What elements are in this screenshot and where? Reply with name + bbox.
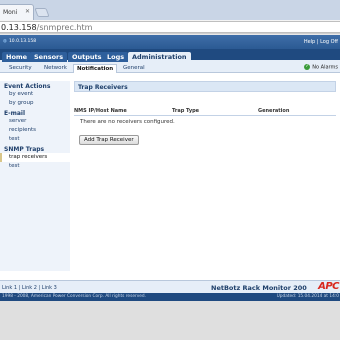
page-background: [0, 301, 340, 340]
tab-administration[interactable]: Administration: [128, 52, 191, 62]
sidebar-heading-snmp-traps: SNMP Traps: [4, 146, 45, 153]
alarm-status: ✓ No Alarms: [304, 64, 338, 71]
sidebar-item-email-test[interactable]: test: [0, 135, 70, 144]
new-tab-button[interactable]: [34, 8, 50, 17]
footer-link-1[interactable]: Link 1: [2, 285, 17, 291]
sidebar-heading-email: E-mail: [4, 110, 26, 117]
footer-link-2[interactable]: Link 2: [22, 285, 37, 291]
sidebar-item-server[interactable]: server: [0, 117, 70, 126]
subtab-notification[interactable]: Notification: [73, 64, 118, 73]
table-header: NMS IP/Host Name Trap Type Generation: [74, 106, 336, 116]
sub-nav: Security Network Notification General ✓ N…: [0, 62, 340, 73]
tab-sensors[interactable]: Sensors: [30, 52, 68, 62]
url-path: /snmprec.htm: [36, 23, 93, 32]
browser-tab[interactable]: Moni ✕: [0, 4, 34, 20]
empty-message: There are no receivers configured.: [80, 119, 175, 125]
subtab-general[interactable]: General: [120, 64, 148, 73]
log-off-link[interactable]: Log Off: [320, 39, 338, 45]
footer-links: Link 1 | Link 2 | Link 3: [2, 285, 57, 291]
device-ip: ◍ 10.0.13.158: [3, 39, 36, 44]
header-links: Help | Log Off: [304, 39, 338, 45]
column-header-trap-type: Trap Type: [172, 108, 200, 114]
url-input[interactable]: 0.13.158/snmprec.htm: [0, 21, 340, 33]
add-trap-receiver-button[interactable]: Add Trap Receiver: [79, 135, 139, 145]
footer-bar: Link 1 | Link 2 | Link 3 NetBotz Rack Mo…: [0, 280, 340, 293]
copyright-text: 1998 - 2008, American Power Conversion C…: [2, 294, 147, 299]
app-header: ◍ 10.0.13.158 Help | Log Off: [0, 35, 340, 49]
alarm-status-text: No Alarms: [312, 64, 338, 71]
updated-timestamp: Updated: 15.04.2014 at 14:0: [276, 294, 339, 299]
sidebar-item-recipients[interactable]: recipients: [0, 126, 70, 135]
tab-home[interactable]: Home: [2, 52, 32, 62]
sidebar-item-trap-receivers[interactable]: trap receivers: [0, 153, 70, 162]
help-link[interactable]: Help: [304, 39, 315, 45]
page-title: Trap Receivers: [74, 81, 336, 92]
browser-tab-title: Moni: [3, 9, 18, 16]
url-host: 0.13.158: [1, 23, 37, 32]
column-header-generation: Generation: [258, 108, 290, 114]
browser-tab-strip: Moni ✕: [0, 0, 340, 20]
sidebar-item-trap-test[interactable]: test: [0, 162, 70, 171]
device-ip-text: 10.0.13.158: [8, 39, 37, 44]
copyright-bar: 1998 - 2008, American Power Conversion C…: [0, 293, 340, 301]
footer-link-3[interactable]: Link 3: [42, 285, 57, 291]
product-name: NetBotz Rack Monitor 200: [211, 284, 307, 292]
main-nav: Home Sensors Outputs Logs Administration: [0, 49, 340, 62]
sidebar-heading-event-actions: Event Actions: [4, 83, 51, 90]
subtab-security[interactable]: Security: [6, 64, 35, 73]
sidebar-item-by-event[interactable]: by event: [0, 90, 70, 99]
device-status-icon: ◍: [3, 39, 7, 44]
main-content: Trap Receivers NMS IP/Host Name Trap Typ…: [74, 81, 336, 145]
tab-outputs[interactable]: Outputs: [68, 52, 106, 62]
page-body: Event Actions by event by group E-mail s…: [0, 73, 340, 280]
subtab-network[interactable]: Network: [41, 64, 70, 73]
tab-logs[interactable]: Logs: [103, 52, 129, 62]
close-tab-icon[interactable]: ✕: [25, 8, 30, 15]
sidebar: Event Actions by event by group E-mail s…: [0, 81, 70, 271]
sidebar-item-by-group[interactable]: by group: [0, 99, 70, 108]
check-icon: ✓: [304, 64, 311, 70]
address-bar: 0.13.158/snmprec.htm: [0, 20, 340, 34]
column-header-host: NMS IP/Host Name: [74, 108, 127, 114]
apc-logo: APC: [318, 281, 339, 292]
